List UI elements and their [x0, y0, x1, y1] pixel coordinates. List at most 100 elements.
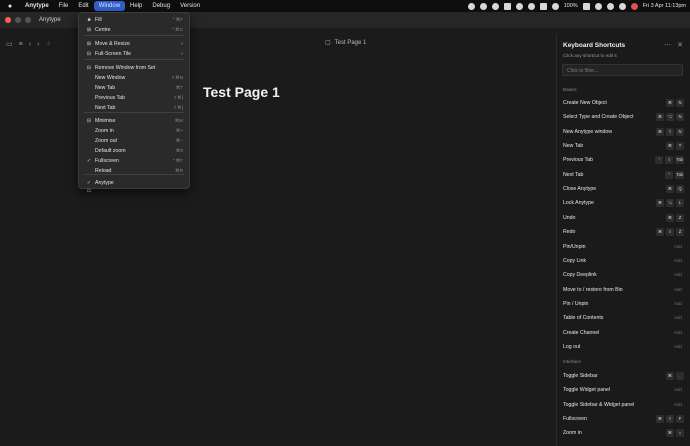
shortcut-row[interactable]: Pin / Unpin Add [563, 299, 684, 309]
window-menu-item[interactable]: New Tab ⌘T [79, 84, 189, 92]
shortcut-row[interactable]: Fullscreen ⌘ ⇧ F [563, 414, 684, 424]
zoom-window-button[interactable] [25, 17, 31, 23]
add-shortcut-label[interactable]: Add [674, 342, 682, 352]
window-menu-item[interactable]: ⊞ Centre ⌃⌘C [79, 26, 189, 34]
shortcut-row[interactable]: Toggle Widget panel Add [563, 385, 684, 395]
shortcut-row[interactable]: Copy Deeplink Add [563, 270, 684, 280]
menu-edit[interactable]: Edit [73, 0, 93, 12]
menu-window[interactable]: Window [93, 1, 126, 11]
menu-item-label: Fill [95, 17, 102, 23]
add-shortcut-label[interactable]: Add [674, 270, 682, 280]
forward-icon[interactable]: › [37, 41, 39, 48]
close-window-button[interactable] [5, 17, 11, 23]
page-breadcrumb[interactable]: ▢ Test Page 1 [325, 39, 366, 47]
back-icon[interactable]: ‹ [29, 41, 31, 48]
graph-icon[interactable]: ⁘ [45, 40, 51, 48]
window-menu-item[interactable]: Default zoom ⌘0 [79, 147, 189, 155]
status-icon[interactable] [467, 2, 475, 10]
shortcut-row[interactable]: Create Channel Add [563, 328, 684, 338]
window-menu-item[interactable]: ✓ ▭ Anytype [79, 179, 189, 194]
sidebar-toggle-icon[interactable]: ▭ [6, 40, 13, 48]
window-menu-item[interactable]: ✓ Fullscreen ⌃⌘F [79, 157, 189, 165]
shortcut-row[interactable]: Redo ⌘ ⇧ Z [563, 227, 684, 237]
shortcut-row[interactable]: New Tab ⌘ T [563, 141, 684, 151]
apple-icon[interactable]: ● [6, 2, 14, 10]
window-menu-item[interactable]: ⊟ Full-Screen Tile › [79, 50, 189, 58]
window-menu-item[interactable]: Next Tab ⇧⌘] [79, 104, 189, 112]
control-center-icon[interactable] [618, 2, 626, 10]
add-shortcut-label[interactable]: Add [674, 299, 682, 309]
shield-icon[interactable] [539, 2, 547, 10]
add-shortcut-label[interactable]: Add [674, 400, 682, 410]
shortcut-row[interactable]: Log out Add [563, 342, 684, 352]
shortcut-row[interactable]: Lock Anytype ⌘ ⌥ L [563, 198, 684, 208]
window-menu-item[interactable]: New Window ⇧⌘N [79, 74, 189, 82]
add-shortcut-label[interactable]: Add [674, 256, 682, 266]
menu-help[interactable]: Help [125, 0, 147, 12]
shortcut-name: Fullscreen [563, 415, 587, 422]
window-menu-item[interactable]: Zoom in ⌘+ [79, 127, 189, 135]
shortcut-row[interactable]: Previous Tab ⌃ ⇧ Tab [563, 155, 684, 165]
clock[interactable]: Fri 3 Apr 11:13pm [643, 3, 686, 9]
shortcut-row[interactable]: Create New Object ⌘ N [563, 98, 684, 108]
close-icon[interactable]: ✕ [677, 41, 683, 49]
menu-item-shortcut: ⌘+ [175, 128, 183, 133]
menu-item-shortcut: ⌘R [175, 168, 183, 173]
shortcut-row[interactable]: Select Type and Create Object ⌘ ⌥ N [563, 112, 684, 122]
menu-debug[interactable]: Debug [147, 0, 175, 12]
more-icon[interactable]: ⋯ [664, 41, 671, 49]
menu-app[interactable]: Anytype [20, 0, 54, 12]
window-menu-item[interactable]: ⊞ Move & Resize › [79, 40, 189, 48]
menu-item-label: New Tab [95, 85, 116, 91]
add-shortcut-label[interactable]: Add [674, 385, 682, 395]
wifi-icon[interactable] [594, 2, 602, 10]
notification-icon[interactable] [630, 2, 638, 10]
shortcut-row[interactable]: Move to / restore from Bin Add [563, 285, 684, 295]
add-shortcut-label[interactable]: Add [674, 285, 682, 295]
page-title[interactable]: Test Page 1 [203, 84, 280, 100]
window-tab-title[interactable]: Anytype [39, 17, 61, 23]
menu-file[interactable]: File [54, 0, 74, 12]
add-shortcut-label[interactable]: Add [674, 313, 682, 323]
status-icon[interactable] [491, 2, 499, 10]
menu-item-shortcut: ⌘M [174, 118, 183, 123]
status-icon[interactable] [551, 2, 559, 10]
battery-icon[interactable] [582, 2, 590, 10]
shortcut-row[interactable]: Close Anytype ⌘ Q [563, 184, 684, 194]
menu-version[interactable]: Version [175, 0, 205, 12]
shortcut-row[interactable]: Zoom in ⌘ = [563, 428, 684, 438]
menu-item-icon: ⊟ [86, 118, 92, 124]
shortcut-filter-input[interactable]: Click to filter... [562, 64, 683, 76]
shortcut-row[interactable]: Undo ⌘ Z [563, 213, 684, 223]
menu-item-label: Zoom out [95, 138, 117, 144]
status-icon[interactable] [503, 2, 511, 10]
add-shortcut-label[interactable]: Add [674, 328, 682, 338]
key-cap: ⌥ [666, 199, 674, 208]
shortcut-row[interactable]: Table of Contents Add [563, 313, 684, 323]
shortcut-row[interactable]: Pin/Unpin Add [563, 242, 684, 252]
status-icon[interactable] [527, 2, 535, 10]
shortcut-row[interactable]: Toggle Sidebar & Widget panel Add [563, 400, 684, 410]
shortcut-name: Pin/Unpin [563, 243, 586, 250]
window-menu-item[interactable]: ⊟ Minimise ⌘M [79, 117, 189, 125]
shortcut-row[interactable]: Next Tab ⌃ Tab [563, 170, 684, 180]
key-cap: . [676, 372, 684, 380]
status-icon[interactable] [515, 2, 523, 10]
shortcut-row[interactable]: Toggle Sidebar ⌘. [563, 371, 684, 381]
shortcut-name: Next Tab [563, 171, 584, 178]
status-icon[interactable] [479, 2, 487, 10]
add-shortcut-label[interactable]: Add [674, 242, 682, 252]
window-menu-item[interactable]: ⊟ Remove Window from Set [79, 64, 189, 72]
shortcut-row[interactable]: New Anytype window ⌘ ⇧ N [563, 127, 684, 137]
window-menu-item[interactable]: Reload ⌘R [79, 167, 189, 175]
window-menu-item[interactable]: Previous Tab ⇧⌘[ [79, 94, 189, 102]
window-menu-item[interactable]: ■ Fill ⌃⌘F [79, 16, 189, 24]
window-menu-item[interactable]: Zoom out ⌘− [79, 137, 189, 145]
menu-item-label: Reload [95, 168, 112, 174]
menu-icon[interactable]: ≡ [19, 41, 23, 48]
menu-item-icon: ⊞ [86, 27, 92, 33]
shortcut-row[interactable]: Copy Link Add [563, 256, 684, 266]
search-icon[interactable] [606, 2, 614, 10]
minimise-window-button[interactable] [15, 17, 21, 23]
shortcut-keys: ⌘ ⌥ N [656, 113, 684, 122]
